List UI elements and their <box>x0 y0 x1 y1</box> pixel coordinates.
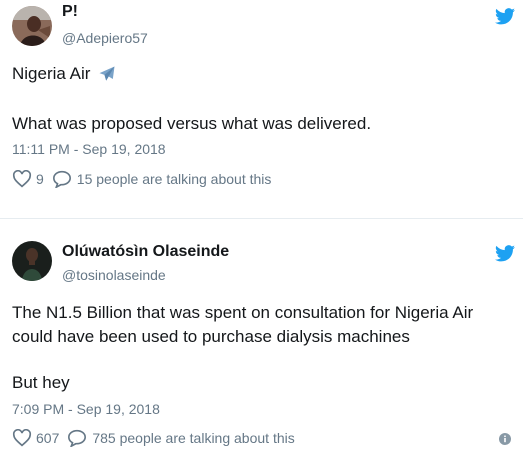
tweet-text: Nigeria Air <box>12 64 91 83</box>
heart-icon[interactable] <box>12 170 32 188</box>
tweet-card: P! @Adepiero57 Nigeria Air What was prop… <box>0 0 523 200</box>
display-name[interactable]: P! <box>62 3 78 21</box>
avatar[interactable] <box>12 6 52 46</box>
info-icon[interactable] <box>499 433 511 445</box>
tweet-card: Olúwatósìn Olaseinde @tosinolaseinde The… <box>0 229 523 458</box>
reply-icon[interactable] <box>67 429 87 447</box>
tweet-text: could have been used to purchase dialysi… <box>12 327 410 346</box>
timestamp[interactable]: 11:11 PM - Sep 19, 2018 <box>12 141 166 157</box>
display-name[interactable]: Olúwatósìn Olaseinde <box>62 243 229 261</box>
tweet-actions: 607 785 people are talking about this <box>12 429 295 447</box>
user-handle[interactable]: @Adepiero57 <box>62 30 148 46</box>
tweet-text: What was proposed versus what was delive… <box>12 114 372 133</box>
avatar[interactable] <box>12 241 52 281</box>
tweet-text: The N1.5 Billion that was spent on consu… <box>12 303 474 322</box>
like-count[interactable]: 607 <box>36 430 59 446</box>
twitter-bird-icon[interactable] <box>495 245 515 262</box>
tweet-actions: 9 15 people are talking about this <box>12 170 271 188</box>
divider <box>0 218 523 219</box>
talking-about-link[interactable]: 15 people are talking about this <box>77 171 272 187</box>
like-count[interactable]: 9 <box>36 171 44 187</box>
airplane-icon <box>99 66 115 81</box>
user-handle[interactable]: @tosinolaseinde <box>62 267 166 283</box>
heart-icon[interactable] <box>12 429 32 447</box>
tweet-text: But hey <box>12 373 70 392</box>
twitter-bird-icon[interactable] <box>495 8 515 25</box>
tweet-text-line: Nigeria Air <box>12 62 118 86</box>
talking-about-link[interactable]: 785 people are talking about this <box>92 430 294 446</box>
timestamp[interactable]: 7:09 PM - Sep 19, 2018 <box>12 401 160 417</box>
reply-icon[interactable] <box>52 170 72 188</box>
